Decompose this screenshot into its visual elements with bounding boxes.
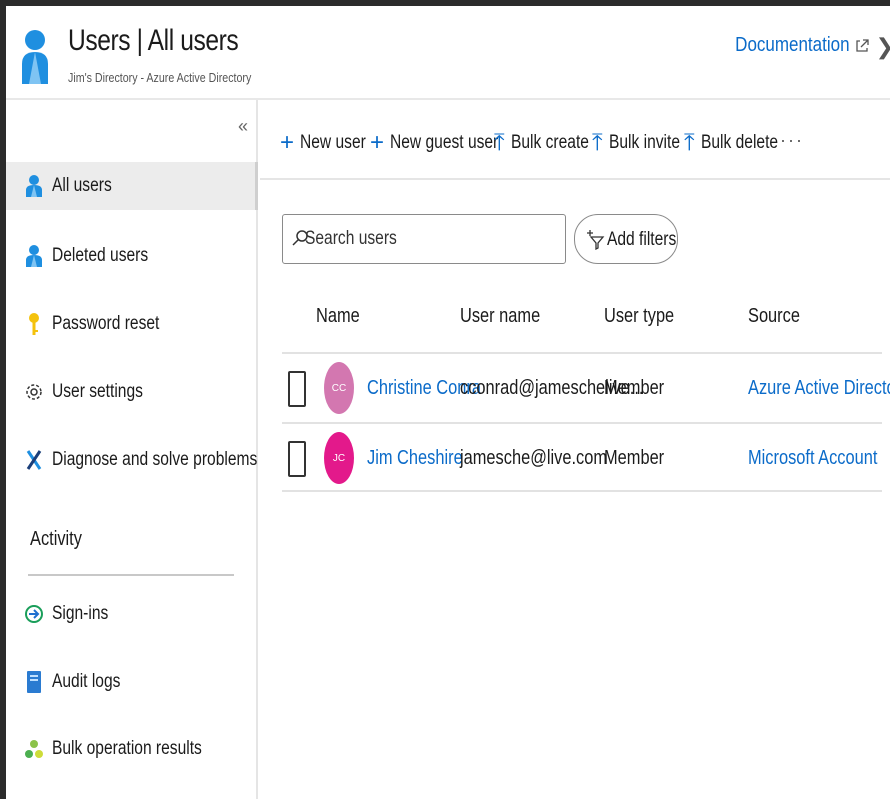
sidebar-item-password-reset[interactable]: Password reset	[6, 300, 258, 348]
section-divider	[28, 574, 234, 576]
sidebar-item-diagnose[interactable]: Diagnose and solve problems	[6, 436, 258, 484]
column-header-name[interactable]: Name	[316, 305, 360, 328]
row-checkbox[interactable]	[288, 371, 306, 407]
sidebar-item-label: User settings	[52, 381, 143, 402]
plus-icon: +	[280, 129, 295, 156]
user-type-cell: Member	[604, 377, 665, 399]
sidebar-item-all-users[interactable]: All users	[6, 162, 258, 210]
sidebar-item-bulk-results[interactable]: Bulk operation results	[6, 725, 258, 773]
column-header-source[interactable]: Source	[748, 305, 800, 328]
key-icon	[29, 313, 39, 335]
gear-icon	[26, 384, 42, 400]
column-header-user-type[interactable]: User type	[604, 305, 674, 328]
page-subtitle: Jim's Directory - Azure Active Directory	[68, 70, 252, 85]
more-options-icon[interactable]: ···	[780, 130, 804, 151]
sidebar-item-label: Bulk operation results	[52, 738, 202, 759]
bulk-delete-button[interactable]: ⤒ Bulk delete	[684, 128, 795, 158]
bulk-invite-button[interactable]: ⤒ Bulk invite	[592, 128, 695, 158]
upload-icon: ⤒	[684, 129, 695, 156]
table-row[interactable]: CC Christine Conra cconrad@jameschelive.…	[282, 352, 890, 422]
add-filters-button[interactable]: Add filters	[574, 214, 678, 264]
user-icon	[26, 175, 42, 197]
bulk-results-icon	[25, 740, 43, 758]
activity-section-heading: Activity	[30, 528, 82, 550]
sidebar-item-label: Sign-ins	[52, 603, 109, 624]
wrench-icon	[26, 450, 42, 470]
new-user-button[interactable]: + New user	[280, 128, 380, 158]
plus-icon: +	[370, 129, 385, 156]
page-title: Users | All users	[68, 24, 239, 57]
search-box[interactable]	[282, 214, 566, 264]
sidebar-item-label: Diagnose and solve problems	[52, 449, 258, 470]
user-type-cell: Member	[604, 447, 665, 469]
source-link[interactable]: Azure Active Directory	[748, 377, 890, 400]
sign-in-icon	[25, 605, 43, 623]
source-link[interactable]: Microsoft Account	[748, 447, 877, 470]
avatar: CC	[324, 362, 354, 414]
user-icon	[26, 245, 42, 267]
sidebar-item-sign-ins[interactable]: Sign-ins	[6, 590, 258, 638]
user-name-cell: jamesche@live.com	[460, 447, 607, 469]
command-bar: + New user + New guest user ⤒ Bulk creat…	[260, 100, 890, 180]
page-header: Users | All users Jim's Directory - Azur…	[6, 6, 890, 100]
bulk-create-button[interactable]: ⤒ Bulk create	[494, 128, 606, 158]
documentation-link[interactable]: Documentation	[736, 34, 850, 57]
sidebar-item-label: Deleted users	[52, 245, 149, 266]
search-input[interactable]	[305, 223, 514, 255]
audit-log-icon	[27, 671, 41, 693]
upload-icon: ⤒	[494, 129, 505, 156]
sidebar: « All users Deleted users Password reset…	[6, 100, 258, 799]
avatar: JC	[324, 432, 354, 484]
sidebar-item-audit-logs[interactable]: Audit logs	[6, 658, 258, 706]
sidebar-item-label: Audit logs	[52, 671, 121, 692]
table-row[interactable]: JC Jim Cheshire jamesche@live.com Member…	[282, 422, 882, 492]
sidebar-item-label: All users	[52, 175, 112, 196]
sidebar-item-user-settings[interactable]: User settings	[6, 368, 258, 416]
column-header-user-name[interactable]: User name	[460, 305, 540, 328]
row-checkbox[interactable]	[288, 441, 306, 477]
upload-icon: ⤒	[592, 129, 603, 156]
user-display-name-link[interactable]: Jim Cheshire	[367, 447, 463, 470]
users-icon	[22, 30, 48, 84]
collapse-sidebar-icon[interactable]: «	[238, 116, 248, 137]
sidebar-item-deleted-users[interactable]: Deleted users	[6, 232, 258, 280]
external-link-icon[interactable]	[854, 38, 870, 54]
close-panel-icon[interactable]: ❯	[876, 34, 890, 60]
sidebar-item-label: Password reset	[52, 313, 160, 334]
add-filter-icon	[587, 230, 605, 250]
